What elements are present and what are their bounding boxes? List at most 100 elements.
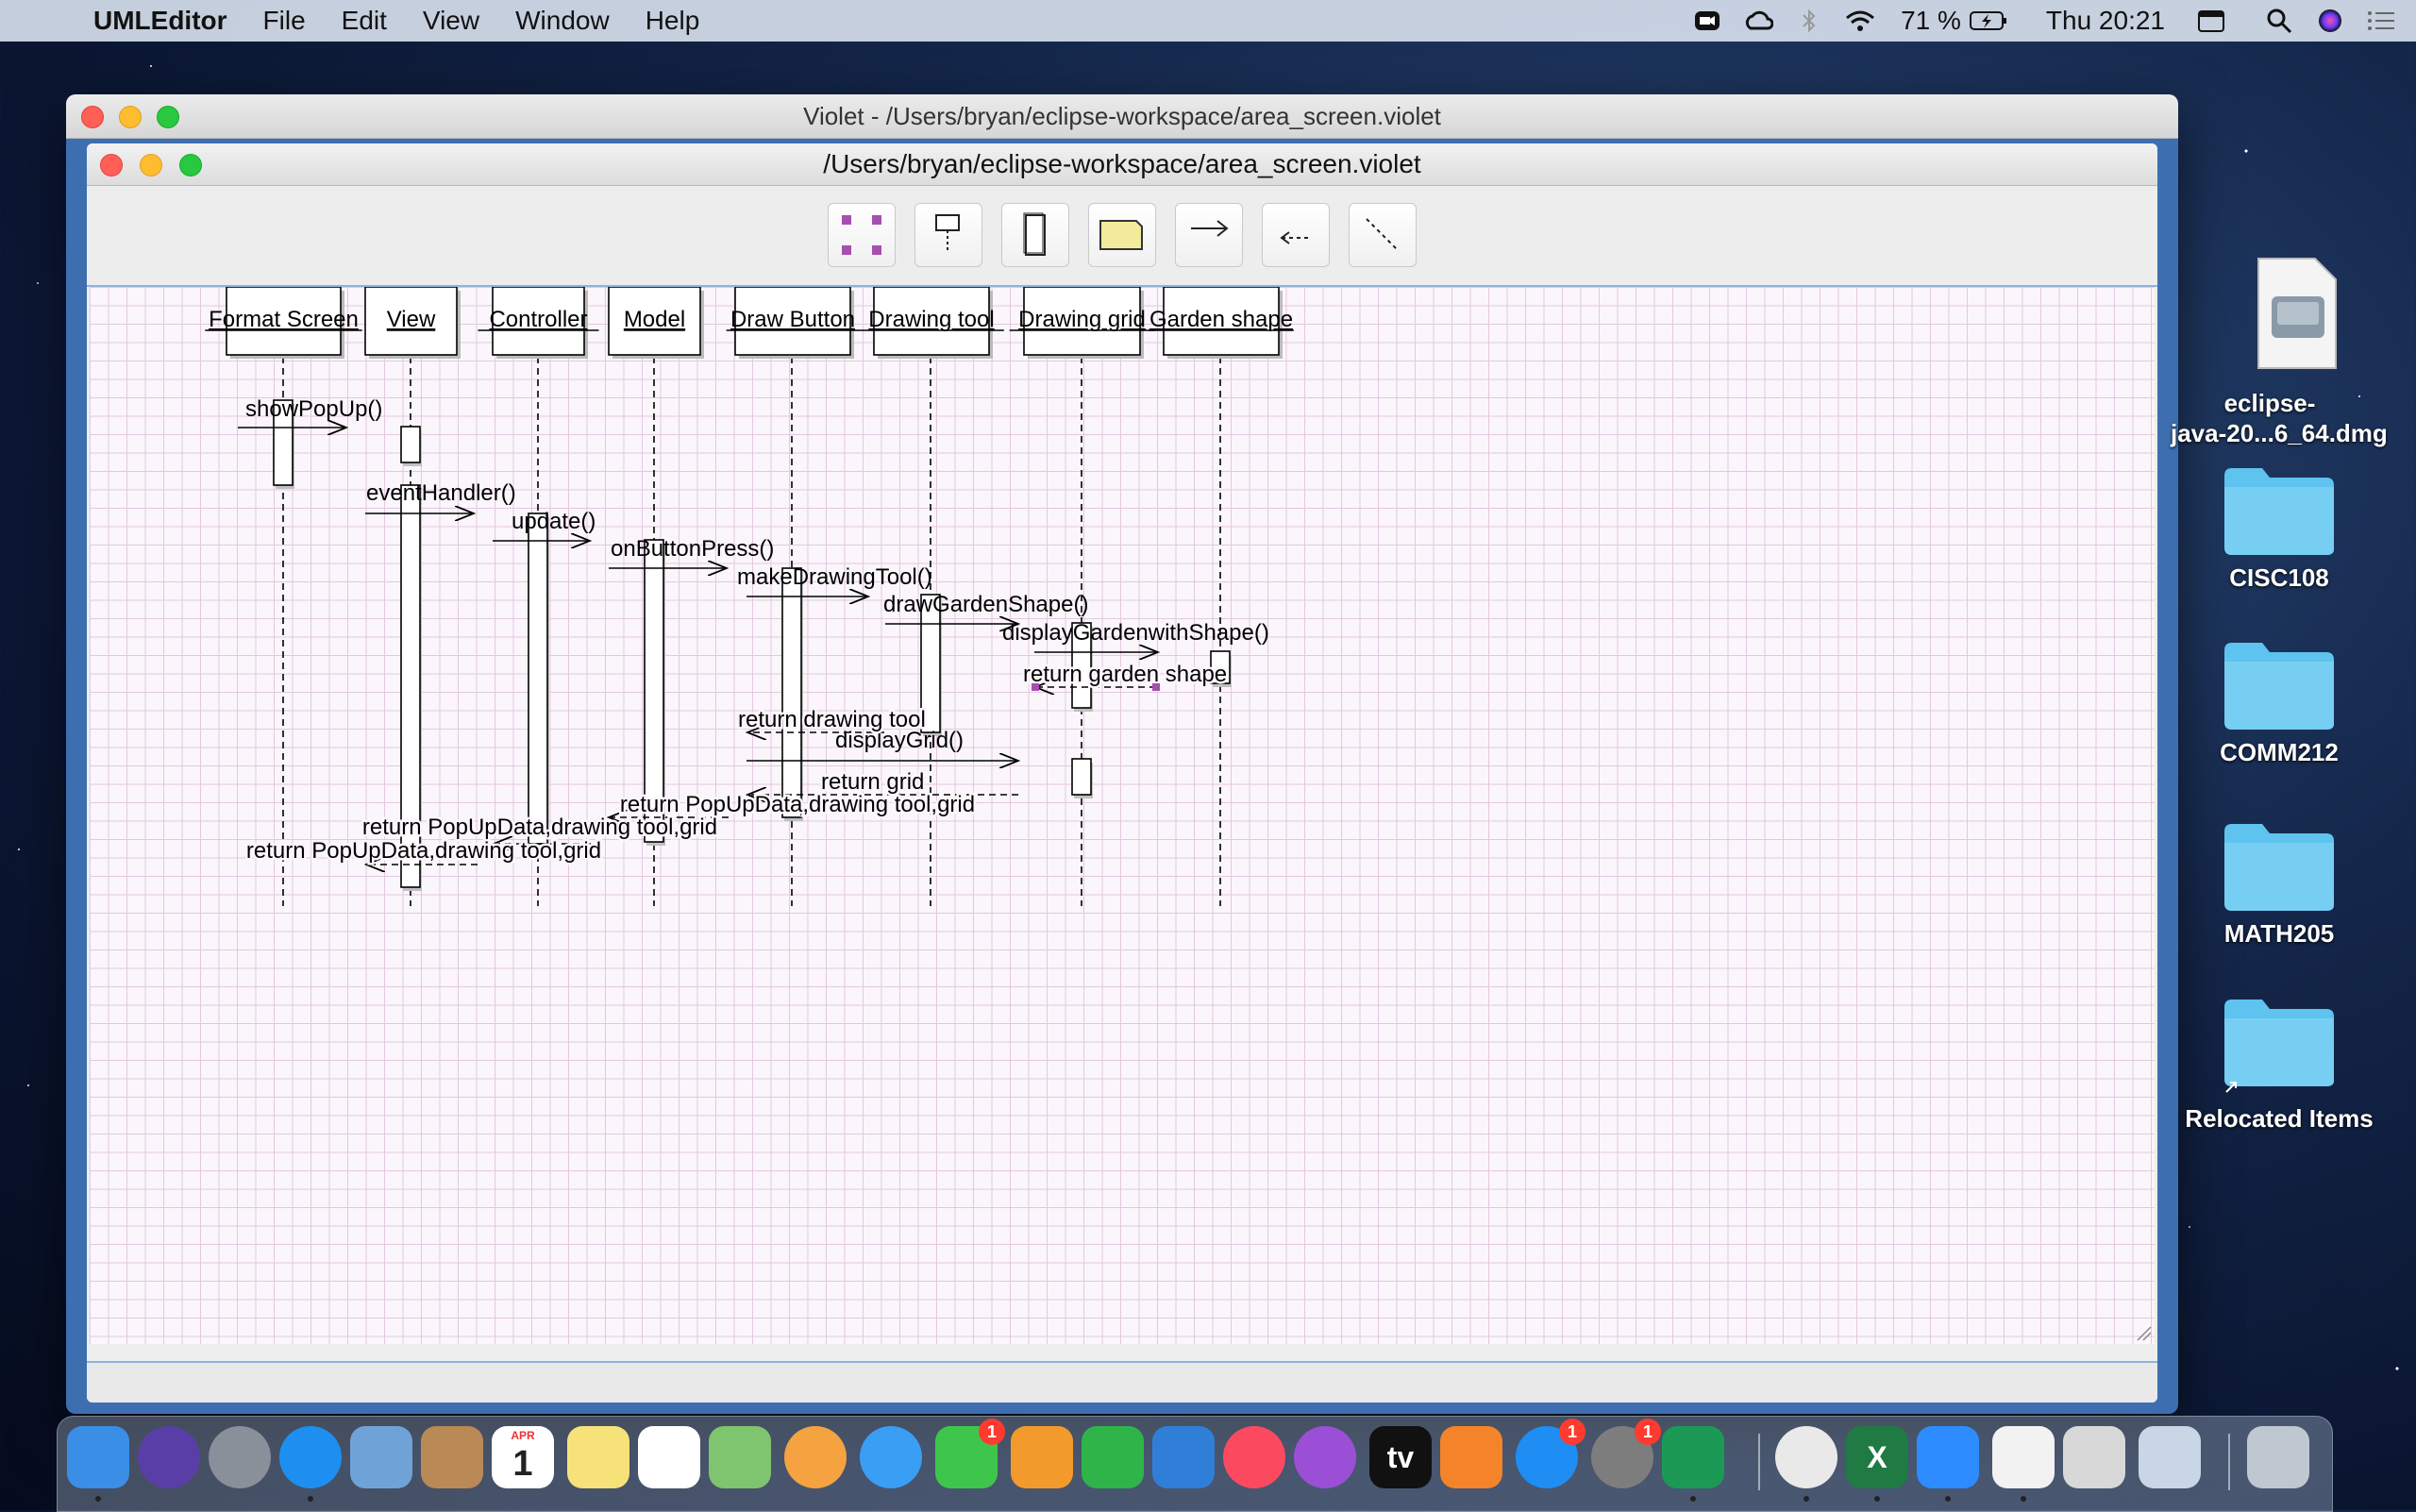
screenshot-icon[interactable] xyxy=(2139,1426,2201,1488)
object-box[interactable]: Garden shape xyxy=(1149,287,1294,359)
java-icon[interactable] xyxy=(1992,1426,2055,1502)
android-studio-icon[interactable] xyxy=(1662,1426,1724,1502)
object-box[interactable]: Model xyxy=(608,287,704,359)
excel-icon[interactable]: X xyxy=(1846,1426,1908,1502)
call-message[interactable]: drawGardenShape() xyxy=(883,592,1088,624)
call-message[interactable]: showPopUp() xyxy=(238,396,382,428)
photos-icon[interactable] xyxy=(784,1426,847,1488)
call-label: drawGardenShape() xyxy=(883,592,1088,617)
zoom-status-icon[interactable] xyxy=(1682,0,1733,42)
music-icon[interactable] xyxy=(1223,1426,1285,1488)
calendar-menu-icon[interactable] xyxy=(2186,0,2237,42)
activation-bar[interactable] xyxy=(528,512,549,848)
messages-icon[interactable] xyxy=(860,1426,922,1488)
call-node-tool-button[interactable] xyxy=(1001,203,1069,267)
desktop-item-math205[interactable]: MATH205 xyxy=(2199,818,2359,949)
return-edge-tool-button[interactable] xyxy=(1262,203,1330,267)
numbers-icon[interactable] xyxy=(1082,1426,1144,1488)
menu-clock[interactable]: Thu 20:21 xyxy=(2014,6,2186,36)
spotlight-search-icon[interactable] xyxy=(2254,0,2305,42)
object-box[interactable]: Drawing tool xyxy=(859,287,1004,359)
pages-icon[interactable] xyxy=(1011,1426,1073,1488)
zoom-icon[interactable] xyxy=(1917,1426,1979,1502)
minimize-window-button[interactable] xyxy=(119,106,142,128)
creative-cloud-icon[interactable] xyxy=(1733,0,1784,42)
maximize-document-button[interactable] xyxy=(179,154,202,176)
object-box[interactable]: Drawing grid xyxy=(1009,287,1155,359)
object-box[interactable]: View xyxy=(364,287,461,359)
return-message[interactable]: return PopUpData,drawing tool,grid xyxy=(243,836,604,865)
notes-icon[interactable] xyxy=(567,1426,629,1488)
desktop-item-math205-label: MATH205 xyxy=(2223,919,2335,948)
return-label: return grid xyxy=(821,769,924,795)
selection-handle[interactable] xyxy=(1032,683,1039,691)
desktop-item-dmg[interactable]: eclipse- java-20...6_64.dmg xyxy=(2171,255,2388,448)
finder-icon[interactable] xyxy=(67,1426,129,1502)
return-message[interactable]: return drawing tool xyxy=(736,705,928,732)
close-window-button[interactable] xyxy=(81,106,104,128)
desktop-item-comm212-label: COMM212 xyxy=(2220,738,2339,766)
calendar-label: 1 xyxy=(512,1443,533,1484)
activation-bar[interactable] xyxy=(781,567,803,821)
outer-window-titlebar[interactable]: Violet - /Users/bryan/eclipse-workspace/… xyxy=(66,94,2178,139)
return-message[interactable]: return garden shape xyxy=(1021,660,1230,687)
menu-window[interactable]: Window xyxy=(497,6,628,36)
resize-grip-icon[interactable] xyxy=(2137,1326,2152,1341)
keynote-icon[interactable] xyxy=(1152,1426,1215,1488)
object-box[interactable]: Draw Button xyxy=(726,287,860,359)
safari-icon[interactable] xyxy=(279,1426,342,1502)
reminders-icon[interactable] xyxy=(638,1426,700,1488)
activation-bar[interactable] xyxy=(400,426,422,466)
facetime-icon[interactable]: 1 xyxy=(935,1419,1005,1488)
selection-handle[interactable] xyxy=(1152,683,1160,691)
menu-help[interactable]: Help xyxy=(628,6,718,36)
call-message[interactable]: onButtonPress() xyxy=(609,536,774,568)
battery-charging-icon[interactable] xyxy=(1963,0,2014,42)
call-message[interactable]: displayGardenwithShape() xyxy=(1002,620,1269,652)
apple-tv-icon[interactable]: tv xyxy=(1369,1426,1432,1488)
object-box[interactable]: Format Screen xyxy=(205,287,362,359)
menu-view[interactable]: View xyxy=(405,6,497,36)
siri-menu-icon[interactable] xyxy=(2305,0,2356,42)
books-icon[interactable] xyxy=(1440,1426,1502,1488)
sequence-diagram: showPopUp() eventHandler() update() onButto… xyxy=(205,287,2152,1341)
implicit-parameter-tool-button[interactable] xyxy=(914,203,982,267)
app-store-icon[interactable]: 1 xyxy=(1516,1419,1586,1488)
system-preferences-icon[interactable]: 1 xyxy=(1591,1419,1661,1488)
trash-icon[interactable] xyxy=(2247,1426,2309,1488)
bluetooth-icon[interactable] xyxy=(1784,0,1835,42)
menu-edit[interactable]: Edit xyxy=(324,6,405,36)
return-label: return drawing tool xyxy=(738,707,926,732)
mail-stamp-icon[interactable] xyxy=(350,1426,412,1488)
note-tool-button[interactable] xyxy=(1088,203,1156,267)
call-edge-tool-button[interactable] xyxy=(1175,203,1243,267)
menu-file[interactable]: File xyxy=(245,6,324,36)
preview-icon[interactable] xyxy=(2063,1426,2125,1488)
return-message[interactable]: return PopUpData,drawing tool,grid xyxy=(609,790,978,817)
maps-icon[interactable] xyxy=(709,1426,771,1488)
launchpad-icon[interactable] xyxy=(209,1426,271,1488)
select-tool-button[interactable] xyxy=(828,203,896,267)
inner-window-titlebar[interactable]: /Users/bryan/eclipse-workspace/area_scre… xyxy=(87,143,2157,186)
object-box[interactable]: Controller xyxy=(478,287,599,359)
running-indicator xyxy=(95,1496,101,1502)
note-connector-tool-button[interactable] xyxy=(1349,203,1417,267)
chrome-icon[interactable] xyxy=(1775,1426,1837,1502)
siri-icon[interactable] xyxy=(138,1426,200,1488)
call-message[interactable]: eventHandler() xyxy=(365,480,516,513)
wifi-icon[interactable] xyxy=(1835,0,1886,42)
diagram-canvas[interactable]: showPopUp() eventHandler() update() onButto… xyxy=(90,287,2155,1344)
desktop-item-relocated-items[interactable]: Relocated Items xyxy=(2180,994,2378,1134)
minimize-document-button[interactable] xyxy=(140,154,162,176)
desktop-item-comm212[interactable]: COMM212 xyxy=(2199,637,2359,767)
calendar-icon[interactable]: 1 APR xyxy=(492,1426,554,1488)
zoom-window-button[interactable] xyxy=(157,106,179,128)
menu-app-name[interactable]: UMLEditor xyxy=(76,6,245,36)
notification-center-icon[interactable] xyxy=(2356,0,2407,42)
contacts-icon[interactable] xyxy=(421,1426,483,1488)
activation-bar[interactable] xyxy=(1071,758,1093,798)
running-indicator xyxy=(308,1496,313,1502)
desktop-item-cisc108[interactable]: CISC108 xyxy=(2199,462,2359,593)
close-document-button[interactable] xyxy=(100,154,123,176)
podcasts-icon[interactable] xyxy=(1294,1426,1356,1488)
